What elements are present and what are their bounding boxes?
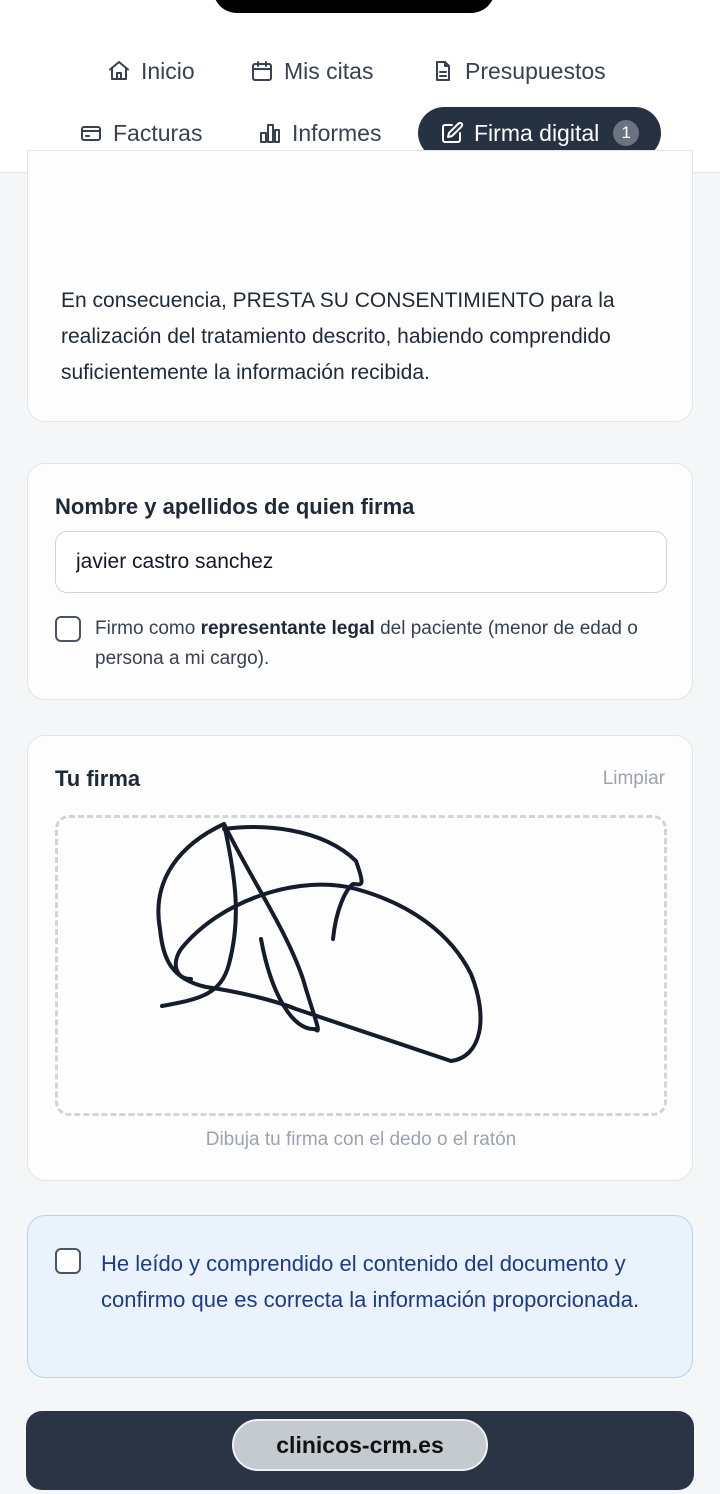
signer-card: Nombre y apellidos de quien firma Firmo … bbox=[27, 463, 693, 700]
pen-square-icon bbox=[442, 121, 464, 143]
bar-chart-icon bbox=[260, 124, 280, 143]
confirmation-label: He leído y comprendido el contenido del … bbox=[101, 1251, 640, 1312]
signature-pad[interactable] bbox=[55, 815, 667, 1116]
calendar-icon bbox=[252, 61, 272, 81]
browser-url-bar[interactable]: clinicos-crm.es bbox=[232, 1419, 488, 1471]
consent-card: En consecuencia, PRESTA SU CONSENTIMIENT… bbox=[27, 150, 693, 422]
legal-representative-label: Firmo como representante legal del pacie… bbox=[95, 618, 638, 669]
legal-representative-option[interactable]: Firmo como representante legal del pacie… bbox=[55, 614, 667, 674]
nav-item-presupuestos[interactable]: Presupuestos bbox=[431, 45, 606, 97]
nav-label: Inicio bbox=[141, 57, 195, 84]
home-icon bbox=[109, 61, 129, 80]
signer-name-input[interactable] bbox=[55, 531, 667, 593]
card-icon bbox=[81, 126, 101, 141]
nav-label: Facturas bbox=[113, 119, 203, 146]
nav-item-mis-citas[interactable]: Mis citas bbox=[250, 45, 373, 97]
device-notch bbox=[213, 0, 495, 13]
nav-label: Firma digital bbox=[474, 119, 600, 146]
signer-name-label: Nombre y apellidos de quien firma bbox=[55, 494, 415, 519]
document-icon bbox=[436, 61, 450, 81]
nav-item-inicio[interactable]: Inicio bbox=[107, 45, 195, 97]
nav-label: Presupuestos bbox=[465, 57, 606, 84]
nav-label: Mis citas bbox=[284, 57, 374, 84]
signature-card: Tu firma Limpiar Dibuja tu firma con el … bbox=[27, 735, 693, 1181]
signature-stroke bbox=[156, 822, 483, 1063]
consent-text: En consecuencia, PRESTA SU CONSENTIMIENT… bbox=[61, 289, 615, 384]
confirmation-option[interactable]: He leído y comprendido el contenido del … bbox=[55, 1246, 675, 1318]
confirmation-card: He leído y comprendido el contenido del … bbox=[27, 1215, 693, 1378]
legal-representative-checkbox[interactable] bbox=[55, 616, 81, 642]
notification-badge: 1 bbox=[613, 120, 640, 146]
confirmation-checkbox[interactable] bbox=[55, 1248, 81, 1274]
top-navigation: Inicio Mis citas Presupuestos Facturas I… bbox=[0, 0, 720, 173]
nav-label: Informes bbox=[292, 119, 382, 146]
signature-hint: Dibuja tu firma con el dedo o el ratón bbox=[205, 1129, 517, 1150]
